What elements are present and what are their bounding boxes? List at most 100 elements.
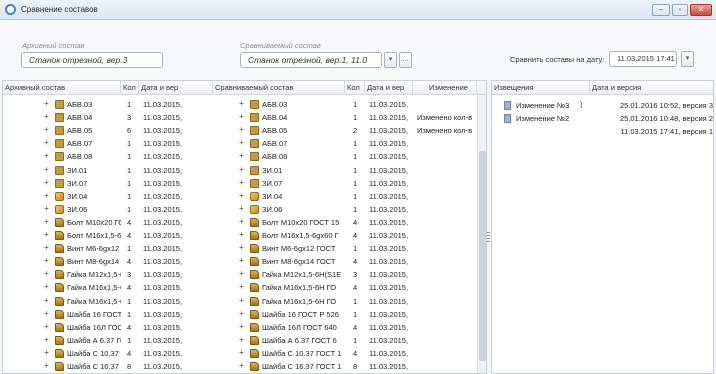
notice-row[interactable]: Изменение №3 ⌇ 25.01.2016 10:52, версия 3: [492, 99, 713, 112]
header-change[interactable]: Изменение: [413, 81, 477, 95]
table-row[interactable]: + Шайба 16 ГОСТ Р 526 1 11.03.2015, + Шай…: [3, 308, 486, 321]
table-row[interactable]: + АБВ.04 3 11.03.2015, + АБВ.04 1 11.03.2…: [3, 111, 486, 124]
minimize-button[interactable]: –: [652, 4, 670, 16]
expand-icon[interactable]: +: [238, 335, 245, 344]
expand-icon[interactable]: +: [238, 362, 245, 370]
table-row[interactable]: + Болт М10х20 ГОСТ 15 4 11.03.2015, + Бол…: [3, 216, 486, 229]
table-row[interactable]: + Винт М8-6gх14 ГОСТ 4 11.03.2015, + Винт…: [3, 255, 486, 268]
expand-icon[interactable]: +: [43, 362, 50, 370]
scrollbar-thumb[interactable]: [479, 151, 486, 361]
expand-icon[interactable]: +: [238, 270, 245, 278]
expand-icon[interactable]: +: [238, 257, 245, 265]
header-date[interactable]: Дата и вер: [139, 81, 213, 95]
table-row[interactable]: + Гайка М12х1,5-6Н(S1Е 3 11.03.2015, + Га…: [3, 268, 486, 281]
splitter-handle[interactable]: [487, 232, 490, 244]
expand-icon[interactable]: +: [238, 217, 245, 226]
header-compared[interactable]: Сравниваемый состав: [213, 81, 345, 95]
compared-qty: 1: [353, 244, 358, 254]
table-row[interactable]: + ЗИ.04 1 11.03.2015, + ЗИ.04 1 11.03.201…: [3, 190, 486, 203]
archive-field[interactable]: Станок отрезной, вер.3: [21, 52, 163, 68]
compared-date: 11.03.2015,: [369, 322, 409, 332]
archive-qty: 1: [127, 309, 132, 319]
expand-icon[interactable]: +: [238, 113, 245, 121]
archive-date: 11.03.2015,: [143, 283, 183, 293]
archive-qty: 1: [127, 139, 132, 149]
expand-icon[interactable]: +: [238, 165, 245, 174]
expand-icon[interactable]: +: [238, 126, 245, 134]
table-row[interactable]: + ЗИ.07 1 11.03.2015, + ЗИ.07 1 11.03.201…: [3, 177, 486, 190]
expand-icon[interactable]: +: [238, 309, 245, 318]
archive-label: Архивный состав: [22, 41, 85, 50]
expand-icon[interactable]: +: [238, 244, 245, 252]
expand-icon[interactable]: +: [238, 231, 245, 239]
expand-icon[interactable]: +: [238, 283, 245, 291]
header-qty[interactable]: Кол: [121, 81, 139, 95]
expand-icon[interactable]: +: [43, 296, 50, 305]
table-row[interactable]: + Винт М6-6gх12 ГОСТ 1 11.03.2015, + Винт…: [3, 242, 486, 255]
expand-icon[interactable]: +: [238, 191, 245, 200]
header-archive[interactable]: Архивный состав: [3, 81, 121, 95]
expand-icon[interactable]: +: [43, 204, 50, 213]
table-row[interactable]: + Гайка М16х1,5-6Н ГО 1 11.03.2015, + Гай…: [3, 295, 486, 308]
expand-icon[interactable]: +: [238, 296, 245, 305]
table-row[interactable]: + Болт М16х1,5-6gх60 Г 4 11.03.2015, + Бо…: [3, 229, 486, 242]
table-row[interactable]: + АБВ.07 1 11.03.2015, + АБВ.07 1 11.03.2…: [3, 137, 486, 150]
header-qty2[interactable]: Кол: [345, 81, 365, 95]
compare-date-field[interactable]: 11.03.2015 17:41: [609, 51, 677, 67]
expand-icon[interactable]: +: [43, 335, 50, 344]
expand-icon[interactable]: +: [238, 139, 245, 147]
notice-row[interactable]: Изменение №2 25.01.2016 10:48, версия 2: [492, 112, 713, 125]
expand-icon[interactable]: +: [43, 244, 50, 252]
expand-icon[interactable]: +: [43, 348, 50, 357]
paperclip-icon[interactable]: ⌇: [579, 99, 589, 112]
expand-icon[interactable]: +: [43, 178, 50, 187]
table-row[interactable]: + ЗИ.06 1 11.03.2015, + ЗИ.06 1 11.03.201…: [3, 203, 486, 216]
table-row[interactable]: + Шайба А 6.37 ГОСТ 6 1 11.03.2015, + Шай…: [3, 334, 486, 347]
header-notices[interactable]: Извещения: [492, 81, 590, 95]
expand-icon[interactable]: +: [238, 100, 245, 108]
expand-icon[interactable]: +: [43, 309, 50, 318]
expand-icon[interactable]: +: [43, 231, 50, 239]
table-row[interactable]: + Шайба С 16.37 ГОСТ 1 8 11.03.2015, + Ша…: [3, 360, 486, 373]
expand-icon[interactable]: +: [43, 126, 50, 134]
expand-icon[interactable]: +: [238, 178, 245, 187]
archive-name: АБВ.05: [67, 126, 93, 136]
compare-date-dropdown[interactable]: ▾: [681, 51, 694, 67]
header-date2[interactable]: Дата и вер: [365, 81, 413, 95]
compared-dropdown-button[interactable]: ▾: [384, 52, 397, 68]
compared-date: 11.03.2015,: [369, 139, 409, 149]
close-button[interactable]: ✕: [690, 4, 712, 16]
expand-icon[interactable]: +: [43, 191, 50, 200]
expand-icon[interactable]: +: [43, 322, 50, 331]
compared-browse-button[interactable]: ...: [399, 52, 412, 68]
comparison-scrollbar[interactable]: [477, 95, 486, 373]
change-status: Изменено кол-в: [417, 113, 473, 123]
header-notice-date[interactable]: Дата и версия: [590, 81, 713, 95]
expand-icon[interactable]: +: [43, 217, 50, 226]
expand-icon[interactable]: +: [238, 322, 245, 331]
table-row[interactable]: + АБВ.03 1 11.03.2015, + АБВ.03 1 11.03.2…: [3, 98, 486, 111]
expand-icon[interactable]: +: [43, 257, 50, 265]
expand-icon[interactable]: +: [43, 139, 50, 147]
table-row[interactable]: + Гайка М16х1,5-6Н ГО 4 11.03.2015, + Гай…: [3, 281, 486, 294]
expand-icon[interactable]: +: [238, 204, 245, 213]
table-row[interactable]: + ЗИ.01 1 11.03.2015, + ЗИ.01 1 11.03.201…: [3, 164, 486, 177]
table-row[interactable]: + АБВ.08 1 11.03.2015, + АБВ.08 1 11.03.2…: [3, 150, 486, 163]
expand-icon[interactable]: +: [43, 165, 50, 174]
expand-icon[interactable]: +: [43, 100, 50, 108]
expand-icon[interactable]: +: [43, 283, 50, 291]
notice-row[interactable]: 11.03.2015 17:41, версия 1: [492, 125, 714, 138]
expand-icon[interactable]: +: [43, 270, 50, 278]
notice-date: 25.01.2016 10:52, версия 3: [619, 101, 713, 110]
maximize-button[interactable]: ▫: [672, 4, 688, 16]
expand-icon[interactable]: +: [238, 348, 245, 357]
table-row[interactable]: + Шайба С 10.37 ГОСТ 1 4 11.03.2015, + Ша…: [3, 347, 486, 360]
expand-icon[interactable]: +: [43, 113, 50, 121]
compared-qty: 1: [353, 335, 358, 345]
expand-icon[interactable]: +: [43, 152, 50, 160]
expand-icon[interactable]: +: [238, 152, 245, 160]
table-row[interactable]: + АБВ.05 6 11.03.2015, + АБВ.05 2 11.03.2…: [3, 124, 486, 137]
compared-qty: 1: [353, 113, 358, 123]
compared-field[interactable]: Станок отрезной, вер.1, 11.0: [240, 52, 382, 68]
table-row[interactable]: + Шайба 16Л ГОСТ 640 4 11.03.2015, + Шайб…: [3, 321, 486, 334]
